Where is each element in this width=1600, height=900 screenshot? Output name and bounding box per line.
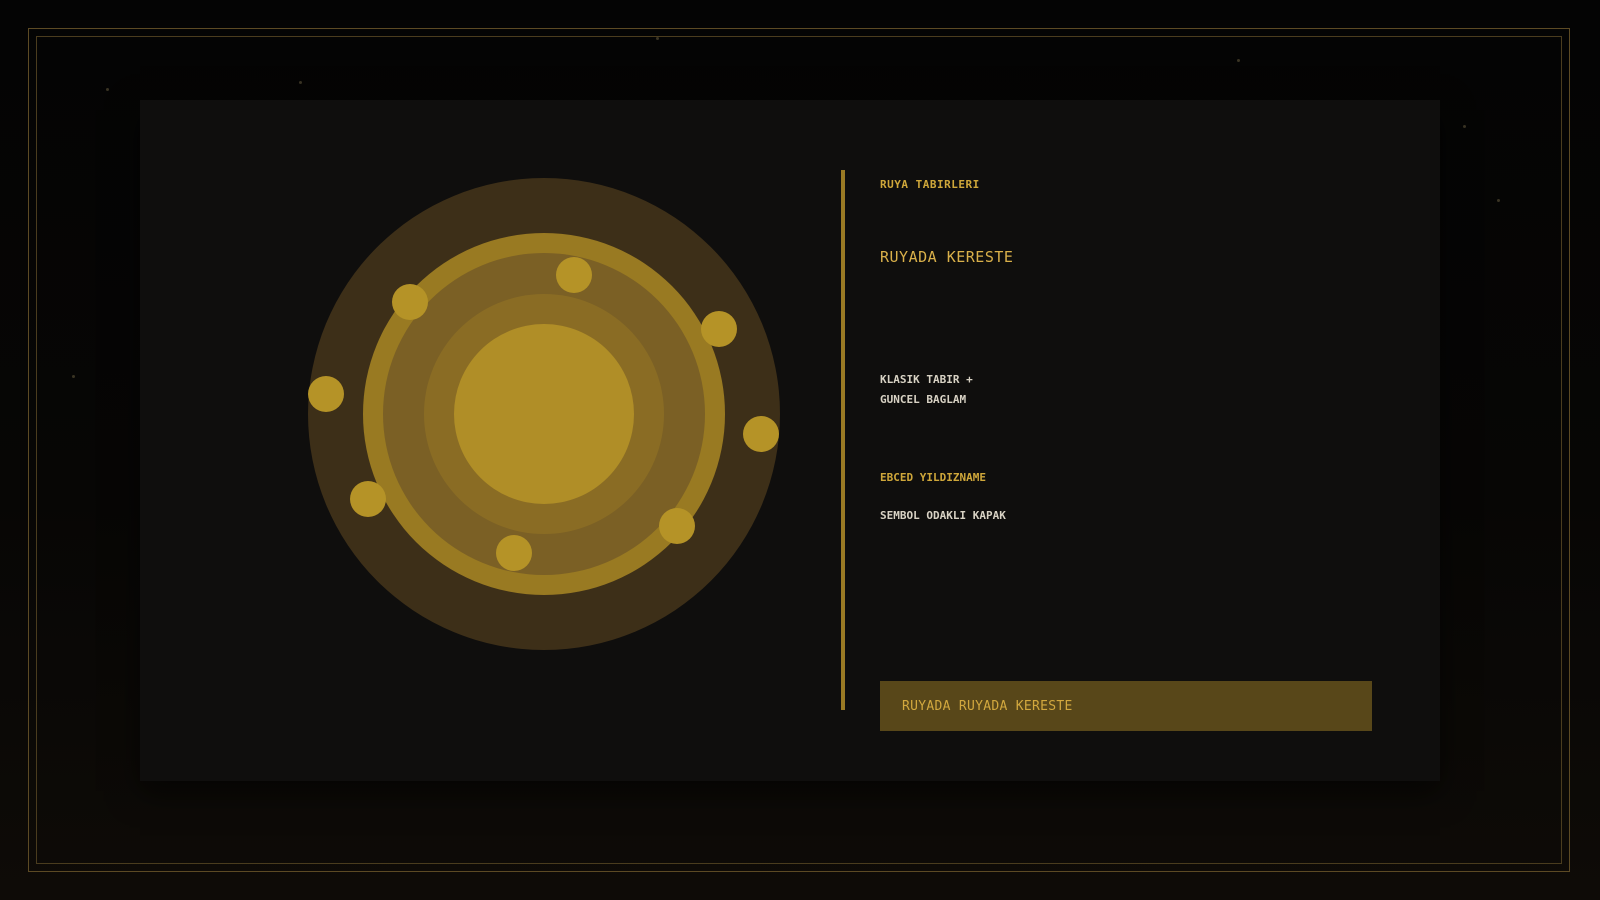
description-line: GUNCEL BAGLAM xyxy=(880,393,967,406)
orbit-dot xyxy=(308,376,344,412)
description-line: KLASIK TABIR + xyxy=(880,373,973,386)
orbit-dot xyxy=(496,535,532,571)
orbit-dot xyxy=(350,481,386,517)
star-dot xyxy=(656,37,659,40)
vertical-divider xyxy=(841,170,845,710)
description: KLASIK TABIR + GUNCEL BAGLAM xyxy=(880,370,973,410)
orbit-dot xyxy=(556,257,592,293)
emblem-core xyxy=(454,324,634,504)
sub-section-kicker: EBCED YILDIZNAME xyxy=(880,471,986,484)
star-dot xyxy=(299,81,302,84)
star-dot xyxy=(1497,199,1500,202)
cta-button[interactable]: RUYADA RUYADA KERESTE xyxy=(880,681,1372,731)
orbit-dot xyxy=(659,508,695,544)
tagline: SEMBOL ODAKLI KAPAK xyxy=(880,509,1006,522)
orbit-dot xyxy=(701,311,737,347)
section-kicker: RUYA TABIRLERI xyxy=(880,178,980,191)
orbit-dot xyxy=(392,284,428,320)
sun-emblem-icon xyxy=(308,178,780,650)
orbit-dot xyxy=(743,416,779,452)
star-dot xyxy=(72,375,75,378)
star-dot xyxy=(106,88,109,91)
page-title: RUYADA KERESTE xyxy=(880,248,1014,266)
star-dot xyxy=(1237,59,1240,62)
star-dot xyxy=(1463,125,1466,128)
